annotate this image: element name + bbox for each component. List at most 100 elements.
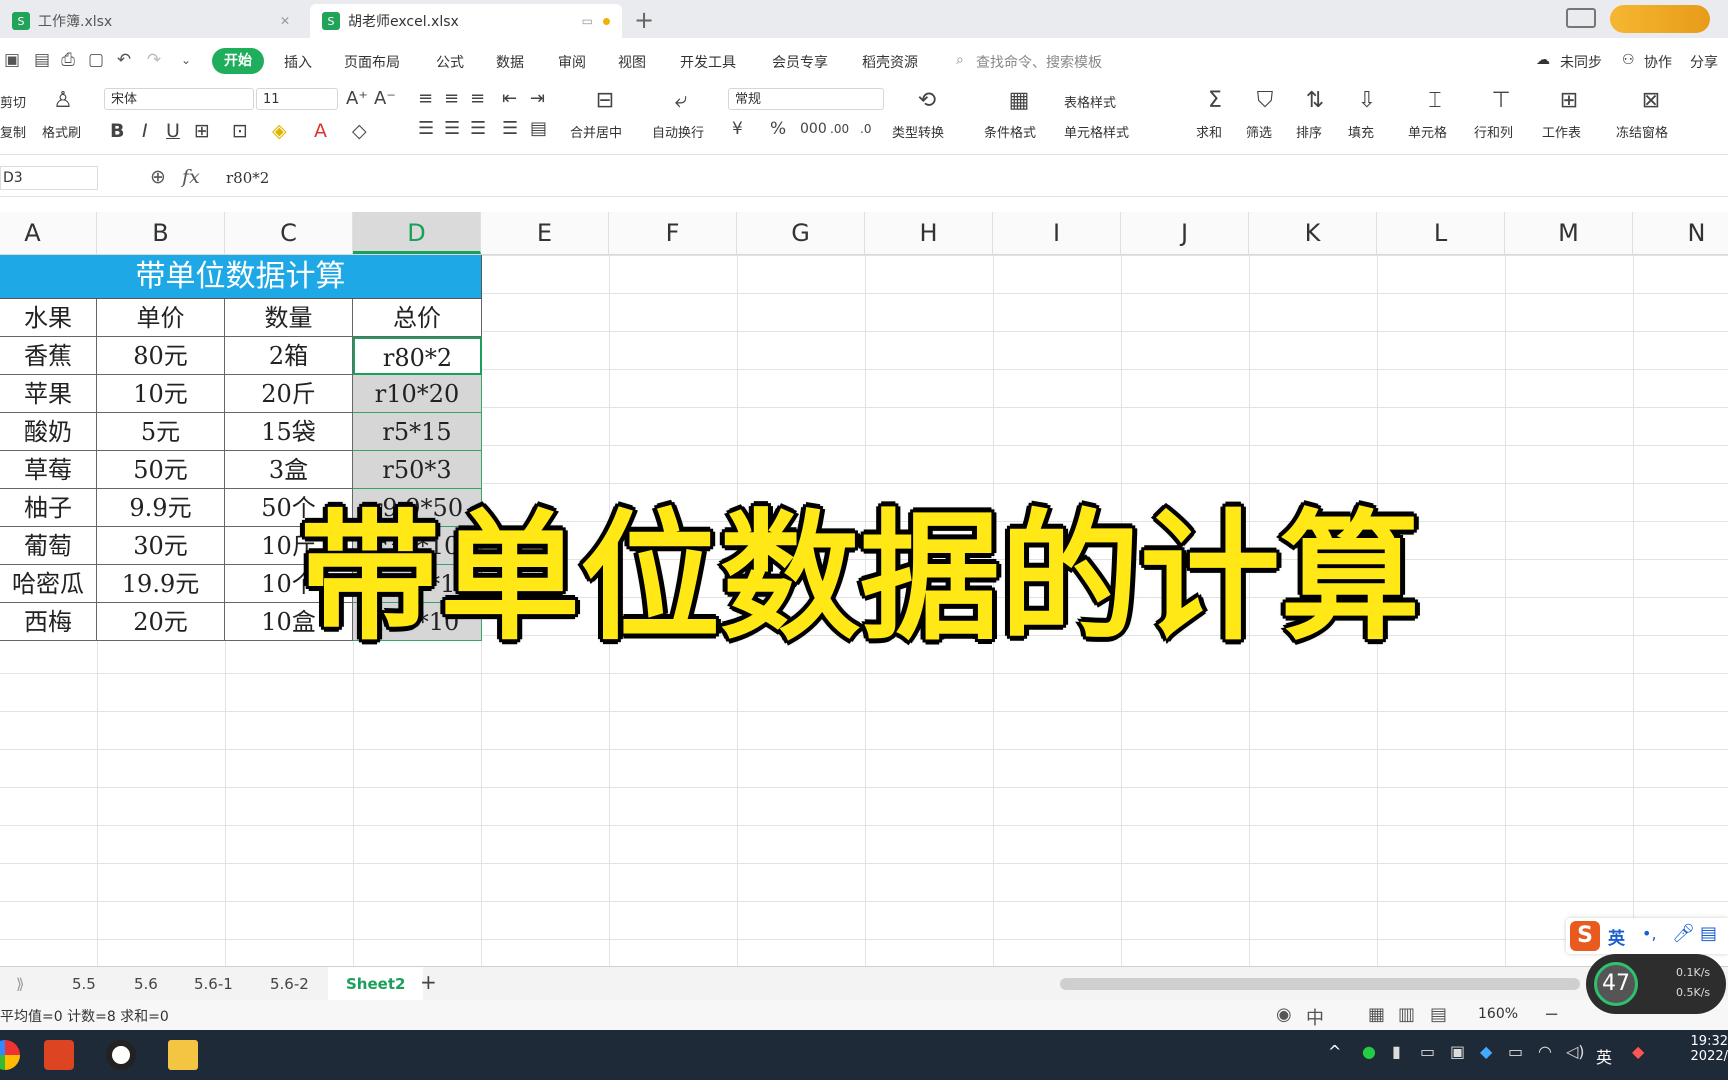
increase-decimal-icon[interactable]: .00 [830, 116, 849, 142]
network-icon[interactable]: ▭ [1508, 1042, 1523, 1061]
type-convert-button[interactable]: 类型转换 [892, 122, 944, 141]
add-sheet-button[interactable]: + [420, 970, 437, 994]
table-header-cell[interactable]: 总价 [353, 299, 482, 337]
conditional-format-icon[interactable]: ▦ [1004, 88, 1034, 114]
table-cell[interactable]: 9.9元 [97, 489, 225, 527]
microphone-icon[interactable]: 🎤︎ [1672, 923, 1695, 944]
input-mode-icon[interactable]: 中 [1306, 1004, 1324, 1030]
font-color-icon[interactable]: A [314, 118, 327, 144]
merge-icon[interactable]: ⊟ [590, 88, 620, 114]
indent-decrease-icon[interactable]: ⇤ [502, 86, 517, 112]
window-layout-icon[interactable] [1566, 8, 1596, 28]
column-header-j[interactable]: J [1121, 212, 1249, 254]
cell-style-button[interactable]: 单元格样式 [1064, 122, 1129, 141]
align-bottom-icon[interactable]: ≡ [470, 86, 485, 112]
table-cell[interactable]: 葡萄 [0, 527, 97, 565]
table-cell[interactable]: 20斤 [225, 375, 353, 413]
wifi-icon[interactable]: ◠ [1538, 1042, 1552, 1061]
folder-icon[interactable] [168, 1040, 198, 1070]
file-tab-workbook[interactable]: S 工作簿.xlsx ✕ [0, 4, 300, 38]
merge-center-button[interactable]: 合并居中 [570, 122, 622, 141]
table-cell[interactable]: r80*2 [353, 337, 482, 375]
fx-icon[interactable]: fx [182, 166, 200, 188]
sheet-tab[interactable]: 5.5 [72, 975, 96, 993]
cloud-sync-icon[interactable]: ☁ [1536, 52, 1550, 68]
user-account-button[interactable] [1610, 5, 1710, 33]
print-preview-icon[interactable]: ▢ [86, 50, 106, 70]
sum-button[interactable]: 求和 [1196, 122, 1222, 141]
sheet-tab[interactable]: 5.6-2 [270, 975, 309, 993]
chevron-down-icon[interactable]: ⌄ [176, 50, 196, 70]
new-tab-button[interactable]: + [634, 6, 654, 34]
ime-language[interactable]: 英 [1608, 924, 1625, 949]
filter-button[interactable]: 筛选 [1246, 122, 1272, 141]
table-cell[interactable]: r10*20 [353, 375, 482, 413]
format-painter-icon[interactable]: ♙ [48, 88, 78, 114]
row-col-button[interactable]: 行和列 [1474, 122, 1513, 141]
row-col-icon[interactable]: ⊤ [1486, 88, 1516, 114]
fill-icon[interactable]: ⇩ [1352, 88, 1382, 114]
table-cell[interactable]: 15袋 [225, 413, 353, 451]
undo-icon[interactable]: ↶ [114, 50, 134, 70]
type-convert-icon[interactable]: ⟲ [912, 88, 942, 114]
table-title[interactable]: 带单位数据计算 [0, 255, 482, 299]
table-cell[interactable]: 10元 [97, 375, 225, 413]
cell-icon[interactable]: ⌶ [1420, 88, 1450, 114]
table-cell[interactable]: 2箱 [225, 337, 353, 375]
sync-status[interactable]: 未同步 [1560, 52, 1602, 72]
menu-view[interactable]: 视图 [618, 52, 646, 72]
menu-page-layout[interactable]: 页面布局 [344, 52, 400, 72]
fill-button[interactable]: 填充 [1348, 122, 1374, 141]
security-tray-icon[interactable]: ◆ [1632, 1042, 1644, 1061]
menu-review[interactable]: 审阅 [558, 52, 586, 72]
underline-icon[interactable]: U [166, 118, 180, 144]
column-header-f[interactable]: F [609, 212, 737, 254]
column-header-l[interactable]: L [1377, 212, 1505, 254]
column-header-d[interactable]: D [353, 212, 481, 254]
format-painter-button[interactable]: 格式刷 [42, 122, 81, 141]
number-format-select[interactable]: 常规 [728, 88, 884, 110]
redo-icon[interactable]: ↷ [144, 50, 164, 70]
menu-insert[interactable]: 插入 [284, 52, 312, 72]
distribute-icon[interactable]: ▤ [530, 116, 547, 142]
table-header-cell[interactable]: 水果 [0, 299, 97, 337]
menu-developer[interactable]: 开发工具 [680, 52, 736, 72]
record-icon[interactable] [106, 1040, 136, 1070]
column-header-c[interactable]: C [225, 212, 353, 254]
border-icon[interactable]: ⊞ [194, 118, 210, 144]
format-cells-icon[interactable]: ⊡ [232, 118, 248, 144]
punctuation-icon[interactable]: •, [1642, 924, 1657, 943]
bold-icon[interactable]: B [110, 118, 124, 144]
table-cell[interactable]: 哈密瓜 [0, 565, 97, 603]
table-cell[interactable]: 草莓 [0, 451, 97, 489]
column-header-e[interactable]: E [481, 212, 609, 254]
menu-data[interactable]: 数据 [496, 52, 524, 72]
currency-icon[interactable]: ¥ [732, 116, 743, 142]
worksheet-button[interactable]: 工作表 [1542, 122, 1581, 141]
table-cell[interactable]: 苹果 [0, 375, 97, 413]
normal-view-icon[interactable]: ▦ [1368, 1004, 1385, 1025]
table-cell[interactable]: 20元 [97, 603, 225, 641]
save-as-icon[interactable]: ▤ [32, 50, 52, 70]
share-button[interactable]: 分享 [1690, 52, 1718, 72]
formula-input[interactable]: r80*2 [226, 169, 269, 187]
fill-color-icon[interactable]: ◈ [272, 118, 287, 144]
scroll-tabs-icon[interactable]: ⟫ [16, 975, 24, 993]
table-header-cell[interactable]: 数量 [225, 299, 353, 337]
collab-button[interactable]: 协作 [1644, 52, 1672, 72]
collab-icon[interactable]: ⚇ [1622, 52, 1635, 68]
menu-member[interactable]: 会员专享 [772, 52, 828, 72]
table-style-button[interactable]: 表格样式 [1064, 92, 1116, 111]
keyboard-icon[interactable]: ▤ [1700, 923, 1717, 944]
horizontal-scrollbar[interactable] [1060, 978, 1580, 990]
table-cell[interactable]: 柚子 [0, 489, 97, 527]
column-header-h[interactable]: H [865, 212, 993, 254]
font-shrink-icon[interactable]: A⁻ [374, 86, 396, 112]
display-icon[interactable]: ▭ [1420, 1042, 1435, 1061]
column-header-n[interactable]: N [1633, 212, 1728, 254]
page-layout-view-icon[interactable]: ▥ [1398, 1004, 1415, 1025]
sheet-tab[interactable]: 5.6-1 [194, 975, 233, 993]
table-header-cell[interactable]: 单价 [97, 299, 225, 337]
sheet-tab-active[interactable]: Sheet2 [328, 967, 424, 1001]
font-grow-icon[interactable]: A⁺ [346, 86, 368, 112]
